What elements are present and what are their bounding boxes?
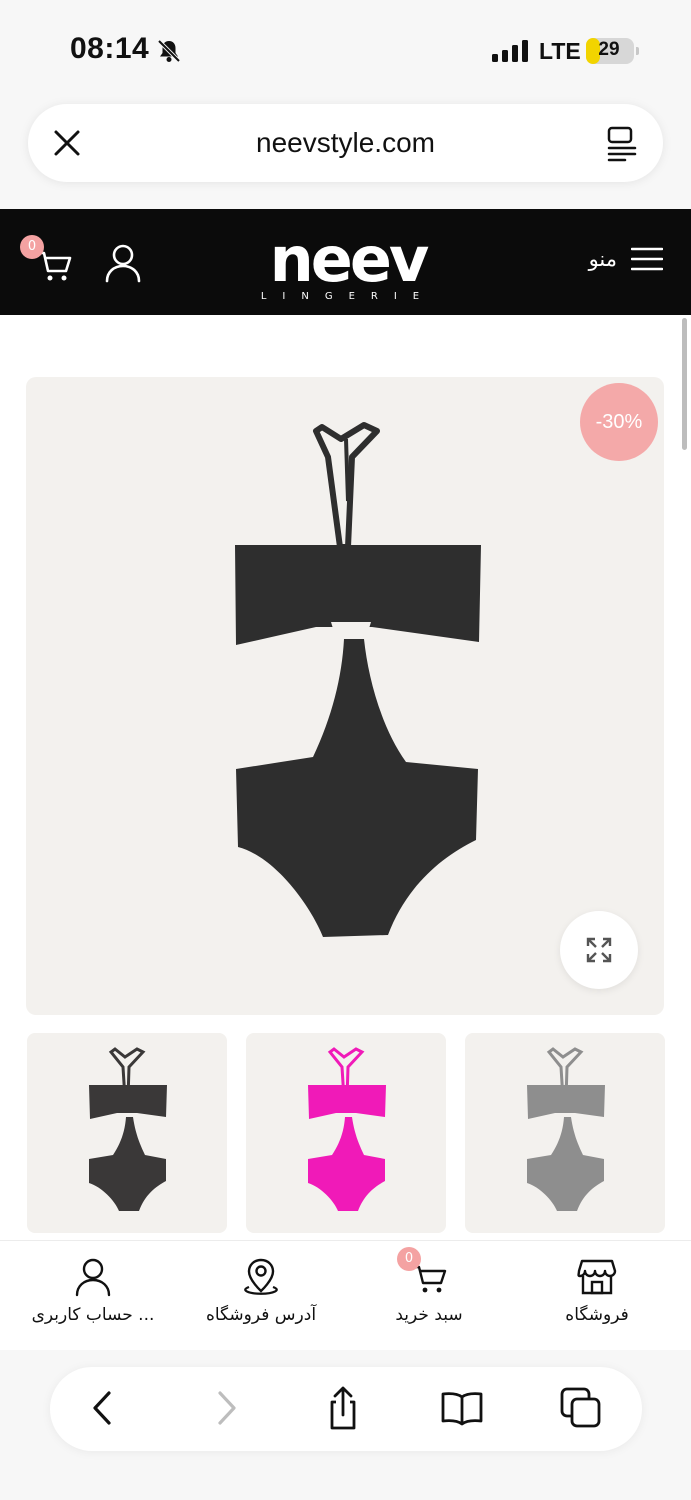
product-thumbnail-3[interactable] — [465, 1033, 665, 1233]
site-logo[interactable]: neev LINGERIE — [250, 229, 446, 303]
share-button[interactable] — [320, 1385, 366, 1431]
chevron-right-icon — [218, 1391, 236, 1425]
back-button[interactable] — [80, 1385, 126, 1431]
location-icon — [244, 1258, 278, 1295]
share-icon — [330, 1386, 356, 1430]
swimsuit-thumb-image — [527, 1047, 605, 1211]
nav-item-store[interactable]: فروشگاه — [511, 1257, 683, 1325]
tabs-button[interactable] — [558, 1385, 604, 1431]
status-time: 08:14 — [70, 32, 150, 65]
bottom-navigation: فروشگاه 0 سبد خرید آدرس فروشگاه حساب کار… — [0, 1240, 691, 1350]
store-icon — [577, 1259, 617, 1295]
nav-label: آدرس فروشگاه — [205, 1305, 317, 1325]
page-scrollbar[interactable] — [682, 318, 687, 450]
battery-percent: 29 — [598, 39, 620, 60]
swimsuit-image — [235, 422, 481, 937]
bookmarks-button[interactable] — [439, 1385, 485, 1431]
bell-muted-icon — [157, 39, 181, 63]
browser-toolbar — [50, 1367, 642, 1451]
zoom-button[interactable] — [560, 911, 638, 989]
status-bar: 08:14 LTE 29 — [0, 0, 691, 100]
cart-count-badge: 0 — [397, 1247, 421, 1271]
nav-label: فروشگاه — [565, 1305, 629, 1325]
battery-indicator: 29 — [586, 38, 639, 64]
nav-label: سبد خرید — [395, 1305, 463, 1325]
discount-badge: -30% — [580, 383, 658, 461]
browser-address-bar[interactable]: neevstyle.com — [28, 104, 663, 182]
reader-mode-icon[interactable] — [607, 126, 637, 162]
product-main-image[interactable]: -30% — [26, 377, 664, 1015]
signal-icon — [492, 40, 528, 62]
nav-item-cart[interactable]: 0 سبد خرید — [343, 1247, 515, 1325]
user-icon[interactable] — [104, 243, 142, 283]
user-icon — [75, 1258, 111, 1297]
nav-item-account[interactable]: حساب کاربری ... — [7, 1257, 179, 1325]
site-header: منو neev LINGERIE 0 — [0, 209, 691, 315]
book-icon — [441, 1392, 483, 1426]
chevron-left-icon — [93, 1391, 111, 1425]
nav-item-store-address[interactable]: آدرس فروشگاه — [175, 1257, 347, 1325]
logo-wordmark: neev — [270, 229, 429, 296]
hamburger-icon — [631, 247, 663, 271]
product-thumbnail-2[interactable] — [246, 1033, 446, 1233]
nav-label: حساب کاربری ... — [31, 1305, 155, 1325]
url-text[interactable]: neevstyle.com — [28, 127, 663, 159]
product-thumbnail-1[interactable] — [27, 1033, 227, 1233]
forward-button[interactable] — [203, 1385, 249, 1431]
logo-subtitle: LINGERIE — [261, 291, 435, 302]
menu-button[interactable]: منو — [589, 247, 663, 271]
swimsuit-thumb-image — [308, 1047, 386, 1211]
menu-label: منو — [588, 247, 617, 271]
network-type: LTE — [539, 38, 581, 64]
swimsuit-thumb-image — [89, 1047, 167, 1211]
tabs-icon — [560, 1387, 601, 1428]
expand-icon — [586, 937, 612, 963]
cart-count-badge: 0 — [20, 235, 44, 259]
